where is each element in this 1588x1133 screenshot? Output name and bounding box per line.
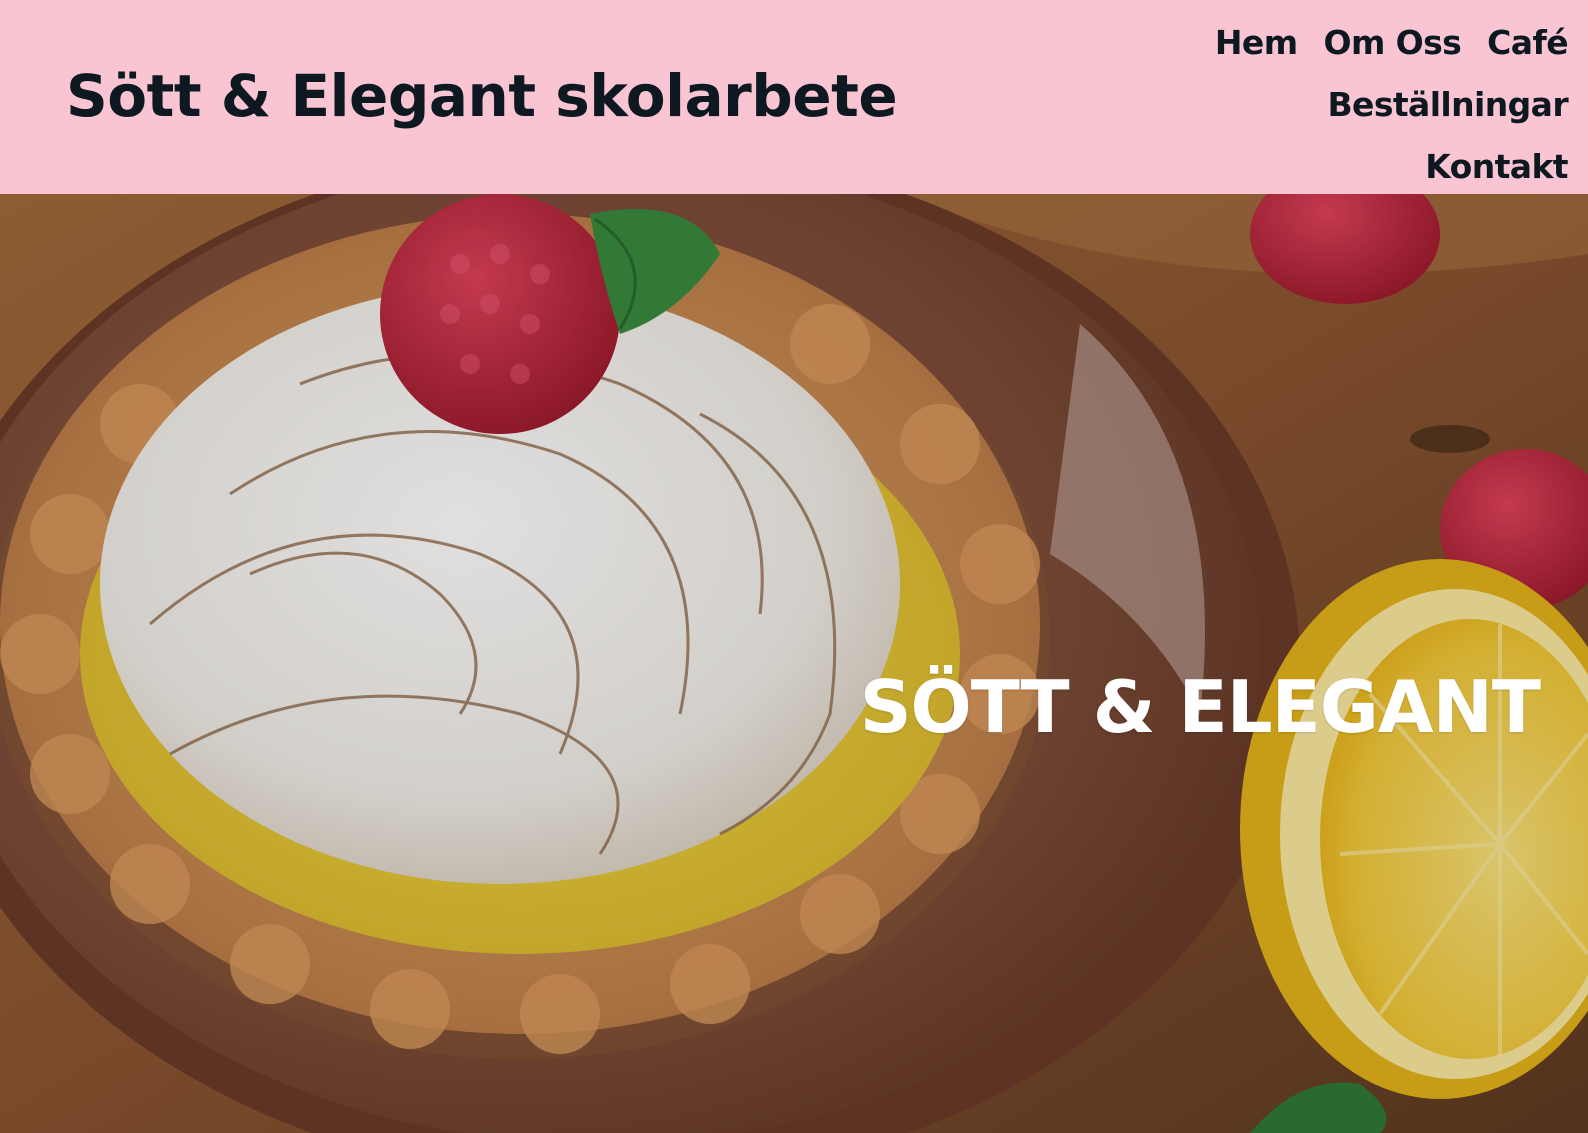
- main-nav: Hem Om Oss CaféBeställningar Kontakt: [928, 12, 1569, 198]
- nav-item-om-oss[interactable]: Om Oss: [1324, 12, 1462, 74]
- site-header: Sött & Elegant skolarbete Hem Om Oss CaféB…: [0, 0, 1588, 194]
- nav-item-hem[interactable]: Hem: [1215, 12, 1298, 74]
- hero-section: SÖTT & ELEGANT: [0, 194, 1588, 1133]
- site-title[interactable]: Sött & Elegant skolarbete: [66, 58, 898, 134]
- nav-item-cafe[interactable]: Café: [1487, 12, 1568, 74]
- nav-item-bestallningar[interactable]: Beställningar: [1327, 74, 1568, 136]
- nav-item-kontakt[interactable]: Kontakt: [1425, 136, 1568, 198]
- hero-image: [0, 194, 1588, 1133]
- hero-heading: SÖTT & ELEGANT: [859, 665, 1541, 749]
